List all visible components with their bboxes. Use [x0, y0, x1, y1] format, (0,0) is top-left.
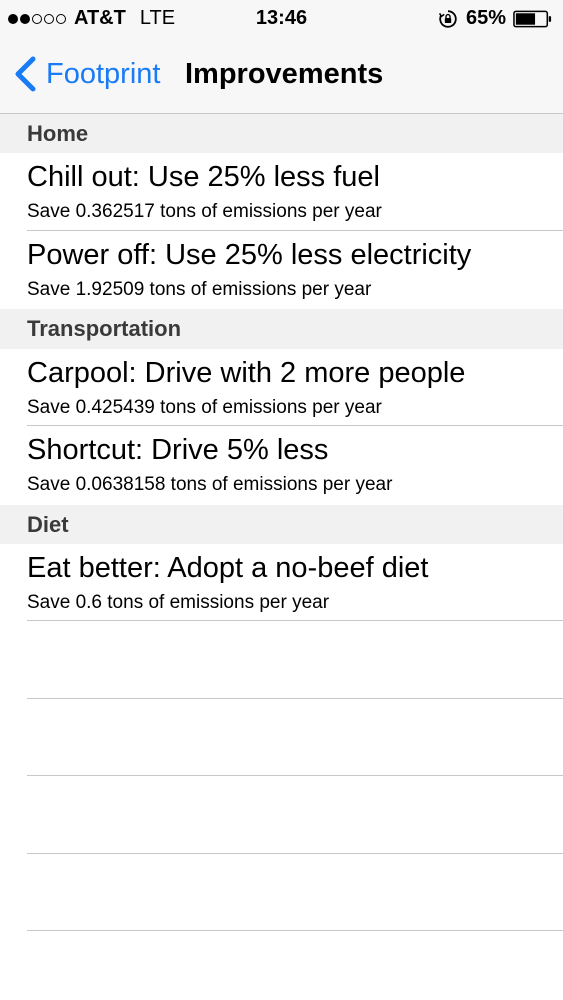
improvement-savings: Save 1.92509 tons of emissions per year	[27, 279, 372, 300]
empty-row-separator	[27, 930, 563, 931]
chevron-left-icon	[12, 55, 38, 93]
back-button[interactable]: Footprint	[12, 55, 160, 93]
empty-row-separator	[27, 698, 563, 699]
status-bar: AT&T LTE 13:46 65%	[0, 0, 563, 38]
navigation-bar: Footprint Improvements	[0, 38, 563, 114]
improvement-title: Chill out: Use 25% less fuel	[27, 161, 380, 193]
improvement-title: Eat better: Adopt a no-beef diet	[27, 552, 429, 584]
list-item[interactable]: Chill out: Use 25% less fuel Save 0.3625…	[0, 153, 563, 230]
improvement-savings: Save 0.6 tons of emissions per year	[27, 592, 330, 613]
empty-row-separator	[27, 853, 563, 854]
battery-percent: 65%	[465, 7, 506, 29]
row-separator	[27, 620, 563, 621]
list-item[interactable]: Carpool: Drive with 2 more people Save 0…	[0, 349, 563, 426]
empty-row-separator	[27, 775, 563, 776]
list-item[interactable]: Shortcut: Drive 5% less Save 0.0638158 t…	[0, 426, 563, 503]
status-right: 65%	[438, 7, 553, 30]
improvement-title: Power off: Use 25% less electricity	[27, 239, 472, 271]
page-title: Improvements	[185, 58, 384, 90]
improvement-title: Shortcut: Drive 5% less	[27, 434, 329, 466]
list-item[interactable]: Power off: Use 25% less electricity Save…	[0, 231, 563, 308]
improvement-title: Carpool: Drive with 2 more people	[27, 357, 466, 389]
improvement-savings: Save 0.362517 tons of emissions per year	[27, 201, 382, 222]
section-header-home: Home	[0, 114, 563, 154]
section-header-transportation: Transportation	[0, 309, 563, 349]
improvement-savings: Save 0.0638158 tons of emissions per yea…	[27, 474, 393, 495]
section-header-diet: Diet	[0, 505, 563, 545]
back-button-label: Footprint	[46, 57, 161, 90]
rotation-lock-icon	[438, 9, 458, 29]
improvement-savings: Save 0.425439 tons of emissions per year	[27, 397, 382, 418]
list-item[interactable]: Eat better: Adopt a no-beef diet Save 0.…	[0, 544, 563, 621]
battery-icon	[513, 10, 553, 27]
